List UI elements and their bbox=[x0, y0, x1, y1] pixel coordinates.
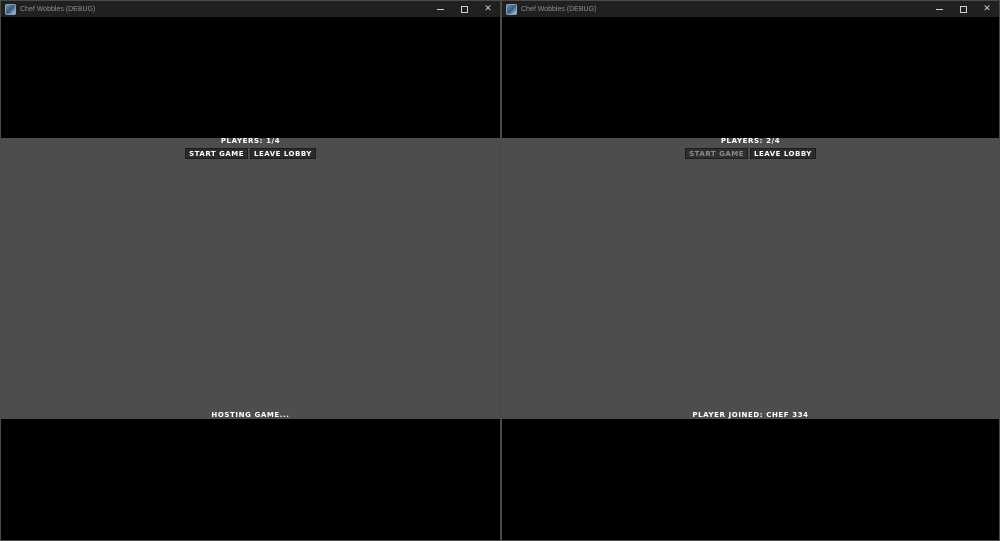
lobby-panel: PLAYERS: 2/4 START GAME LEAVE LOBBY PLAY… bbox=[502, 137, 999, 419]
players-count: PLAYERS: 1/4 bbox=[220, 137, 281, 145]
game-window-client[interactable]: Chef Wobbles (DEBUG) ✕ PLAYERS: 2/4 STAR… bbox=[501, 0, 1000, 541]
close-icon: ✕ bbox=[484, 3, 492, 14]
minimize-icon bbox=[935, 8, 943, 10]
start-game-button[interactable]: START GAME bbox=[685, 148, 749, 159]
close-icon: ✕ bbox=[983, 3, 991, 14]
title-bar[interactable]: Chef Wobbles (DEBUG) ✕ bbox=[1, 1, 500, 17]
window-controls: ✕ bbox=[927, 1, 999, 17]
desktop: Chef Wobbles (DEBUG) ✕ PLAYERS: 1/4 STAR… bbox=[0, 0, 1000, 541]
lobby-buttons: START GAME LEAVE LOBBY bbox=[502, 148, 999, 159]
app-icon bbox=[5, 3, 16, 15]
window-title: Chef Wobbles (DEBUG) bbox=[20, 5, 96, 13]
game-viewport: PLAYERS: 2/4 START GAME LEAVE LOBBY PLAY… bbox=[502, 17, 999, 540]
title-bar[interactable]: Chef Wobbles (DEBUG) ✕ bbox=[502, 1, 999, 17]
leave-lobby-button[interactable]: LEAVE LOBBY bbox=[250, 148, 316, 159]
lobby-status: PLAYER JOINED: CHEF 334 bbox=[692, 411, 809, 419]
game-viewport: PLAYERS: 1/4 START GAME LEAVE LOBBY HOST… bbox=[1, 17, 500, 540]
players-count: PLAYERS: 2/4 bbox=[720, 137, 781, 145]
app-icon bbox=[506, 3, 517, 15]
maximize-icon bbox=[460, 5, 468, 13]
minimize-button[interactable] bbox=[927, 1, 951, 17]
lobby-status: HOSTING GAME... bbox=[211, 411, 290, 419]
minimize-icon bbox=[436, 8, 444, 10]
game-window-host[interactable]: Chef Wobbles (DEBUG) ✕ PLAYERS: 1/4 STAR… bbox=[0, 0, 501, 541]
maximize-button[interactable] bbox=[452, 1, 476, 17]
minimize-button[interactable] bbox=[428, 1, 452, 17]
window-title: Chef Wobbles (DEBUG) bbox=[521, 5, 597, 13]
close-button[interactable]: ✕ bbox=[975, 1, 999, 17]
lobby-panel: PLAYERS: 1/4 START GAME LEAVE LOBBY HOST… bbox=[1, 137, 500, 419]
start-game-button[interactable]: START GAME bbox=[185, 148, 249, 159]
window-controls: ✕ bbox=[428, 1, 500, 17]
close-button[interactable]: ✕ bbox=[476, 1, 500, 17]
maximize-icon bbox=[959, 5, 967, 13]
maximize-button[interactable] bbox=[951, 1, 975, 17]
lobby-buttons: START GAME LEAVE LOBBY bbox=[1, 148, 500, 159]
leave-lobby-button[interactable]: LEAVE LOBBY bbox=[750, 148, 816, 159]
